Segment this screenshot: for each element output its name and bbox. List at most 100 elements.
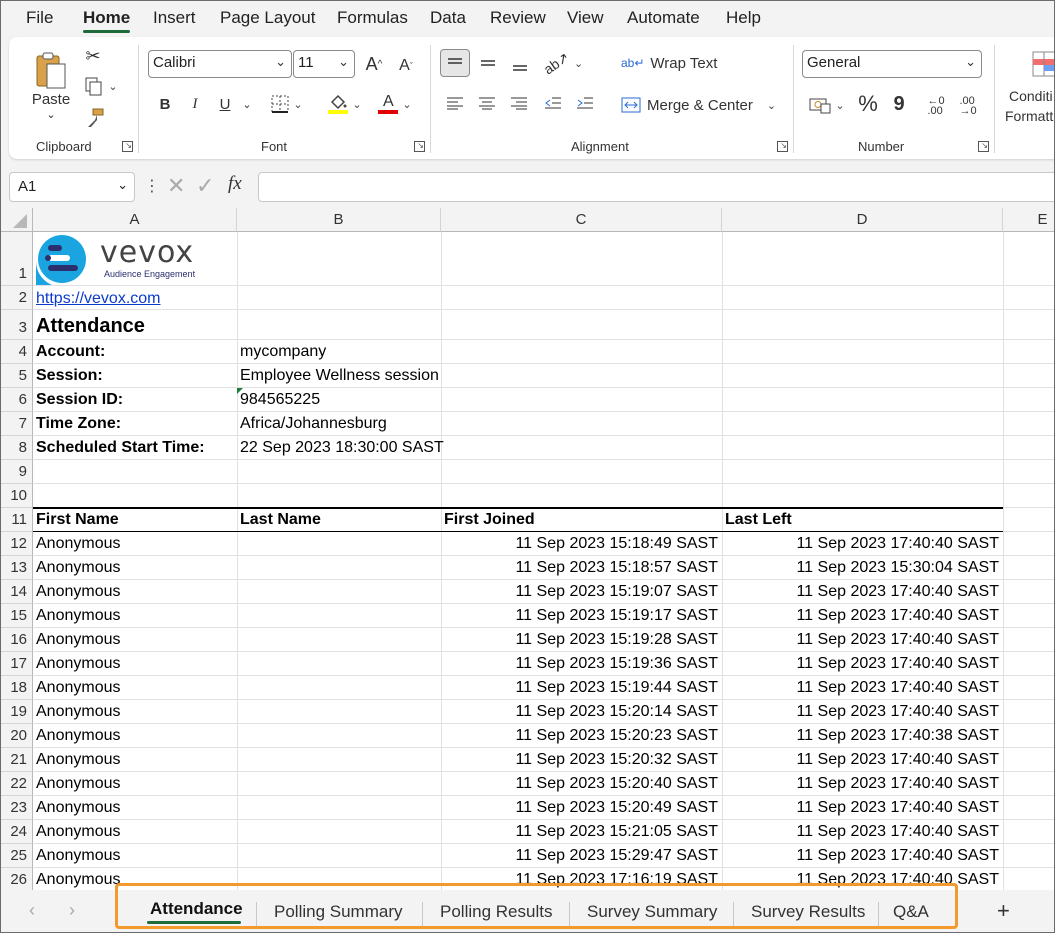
first-joined-cell: 11 Sep 2023 15:20:40 SAST: [515, 775, 718, 792]
chevron-down-icon[interactable]: ⌄: [240, 95, 254, 113]
menu-insert[interactable]: Insert: [153, 8, 196, 28]
row-header[interactable]: 12: [1, 532, 33, 556]
select-all-corner[interactable]: [1, 208, 33, 232]
increase-font-icon[interactable]: A ^: [363, 52, 385, 76]
row-gridline: [33, 555, 1054, 556]
row-header[interactable]: 16: [1, 628, 33, 652]
menu-formulas[interactable]: Formulas: [337, 8, 408, 28]
copy-button[interactable]: ⌄: [81, 75, 121, 97]
cancel-icon[interactable]: ✕: [167, 173, 185, 199]
confirm-icon[interactable]: ✓: [196, 173, 214, 199]
menu-file[interactable]: File: [26, 8, 53, 28]
row-header[interactable]: 7: [1, 412, 33, 436]
bold-button[interactable]: B: [155, 93, 175, 115]
comma-style-button[interactable]: 9: [891, 91, 907, 117]
paste-chevron-icon[interactable]: ⌄: [43, 107, 59, 121]
name-box[interactable]: A1 ⌄: [9, 172, 135, 202]
row-header[interactable]: 24: [1, 820, 33, 844]
font-size-select[interactable]: 11 ⌄: [293, 50, 355, 78]
merge-center-button[interactable]: Merge & Center ⌄: [621, 93, 781, 117]
row-header[interactable]: 22: [1, 772, 33, 796]
row-header[interactable]: 9: [1, 460, 33, 484]
menu-automate[interactable]: Automate: [627, 8, 700, 28]
cut-icon[interactable]: ✂: [83, 45, 103, 67]
italic-button[interactable]: I: [185, 93, 205, 115]
row-gridline: [33, 387, 1054, 388]
menu-home[interactable]: Home: [83, 8, 130, 28]
menu-review[interactable]: Review: [490, 8, 546, 28]
percent-style-button[interactable]: %: [857, 91, 879, 117]
row-header[interactable]: 2: [1, 286, 33, 310]
align-left-button[interactable]: [443, 91, 467, 115]
menu-data[interactable]: Data: [430, 8, 466, 28]
align-middle-button[interactable]: [475, 51, 501, 75]
row-header[interactable]: 14: [1, 580, 33, 604]
divider: [430, 45, 431, 153]
row-header[interactable]: 18: [1, 676, 33, 700]
insert-function-icon[interactable]: fx: [228, 173, 242, 195]
vevox-link[interactable]: https://vevox.com: [36, 290, 161, 308]
last-left-cell: 11 Sep 2023 17:40:40 SAST: [796, 535, 999, 552]
alignment-launcher-icon[interactable]: ↘: [777, 141, 788, 152]
scroll-left-icon[interactable]: ‹: [29, 900, 35, 921]
column-header-a[interactable]: A: [33, 208, 237, 232]
row-header[interactable]: 17: [1, 652, 33, 676]
column-header-e[interactable]: E: [1003, 208, 1054, 232]
number-format-select[interactable]: General ⌄: [802, 50, 982, 78]
font-color-button[interactable]: A ⌄: [373, 91, 417, 117]
first-joined-cell: 11 Sep 2023 15:20:23 SAST: [515, 727, 718, 744]
row-header[interactable]: 13: [1, 556, 33, 580]
column-header-d[interactable]: D: [722, 208, 1003, 232]
conditional-formatting-label[interactable]: Conditi: [1009, 87, 1054, 105]
increase-decimal-icon[interactable]: ←0.00: [923, 93, 949, 119]
conditional-formatting-label-2[interactable]: Formatti: [1005, 107, 1054, 125]
number-launcher-icon[interactable]: ↘: [978, 141, 989, 152]
row-header[interactable]: 10: [1, 484, 33, 508]
add-sheet-button[interactable]: +: [997, 898, 1010, 924]
scroll-right-icon[interactable]: ›: [69, 900, 75, 921]
row-header[interactable]: 25: [1, 844, 33, 868]
row-header[interactable]: 5: [1, 364, 33, 388]
font-launcher-icon[interactable]: ↘: [414, 141, 425, 152]
column-header-c[interactable]: C: [441, 208, 722, 232]
column-header-b[interactable]: B: [237, 208, 441, 232]
accounting-format-button[interactable]: ⌄: [805, 93, 849, 117]
more-options-icon[interactable]: ⋮: [144, 176, 160, 196]
clipboard-launcher-icon[interactable]: ↘: [122, 141, 133, 152]
orientation-button[interactable]: ab↗ ⌄: [540, 48, 585, 77]
fill-color-button[interactable]: ⌄: [323, 91, 367, 117]
decrease-decimal-icon[interactable]: .00 →0: [955, 93, 981, 119]
row-header[interactable]: 19: [1, 700, 33, 724]
first-joined-cell: 11 Sep 2023 15:29:47 SAST: [515, 847, 718, 864]
underline-button[interactable]: U: [215, 93, 235, 115]
row-header[interactable]: 26: [1, 868, 33, 890]
align-top-button[interactable]: [440, 49, 470, 77]
paste-button[interactable]: [31, 45, 71, 95]
row-header[interactable]: 3: [1, 310, 33, 340]
row-header[interactable]: 15: [1, 604, 33, 628]
menu-bar: File Home Insert Page Layout Formulas Da…: [1, 1, 1054, 35]
row-header[interactable]: 21: [1, 748, 33, 772]
wrap-text-button[interactable]: ab↵ Wrap Text: [621, 51, 721, 75]
row-header[interactable]: 11: [1, 508, 33, 532]
row-header[interactable]: 20: [1, 724, 33, 748]
decrease-indent-button[interactable]: [541, 91, 565, 115]
row-header[interactable]: 8: [1, 436, 33, 460]
row-header[interactable]: 4: [1, 340, 33, 364]
conditional-formatting-icon[interactable]: [1029, 49, 1054, 79]
menu-help[interactable]: Help: [726, 8, 761, 28]
formula-input[interactable]: [258, 172, 1054, 202]
increase-indent-button[interactable]: [573, 91, 597, 115]
row-header[interactable]: 6: [1, 388, 33, 412]
format-painter-button[interactable]: [83, 107, 107, 129]
align-right-button[interactable]: [507, 91, 531, 115]
menu-view[interactable]: View: [567, 8, 604, 28]
align-center-button[interactable]: [475, 91, 499, 115]
row-header[interactable]: 23: [1, 796, 33, 820]
row-header[interactable]: 1: [1, 232, 33, 286]
font-name-select[interactable]: Calibri ⌄: [148, 50, 292, 78]
decrease-font-icon[interactable]: Aˇ: [395, 54, 417, 78]
align-bottom-button[interactable]: [507, 53, 533, 77]
menu-page-layout[interactable]: Page Layout: [220, 8, 315, 28]
borders-button[interactable]: ⌄: [267, 93, 307, 115]
